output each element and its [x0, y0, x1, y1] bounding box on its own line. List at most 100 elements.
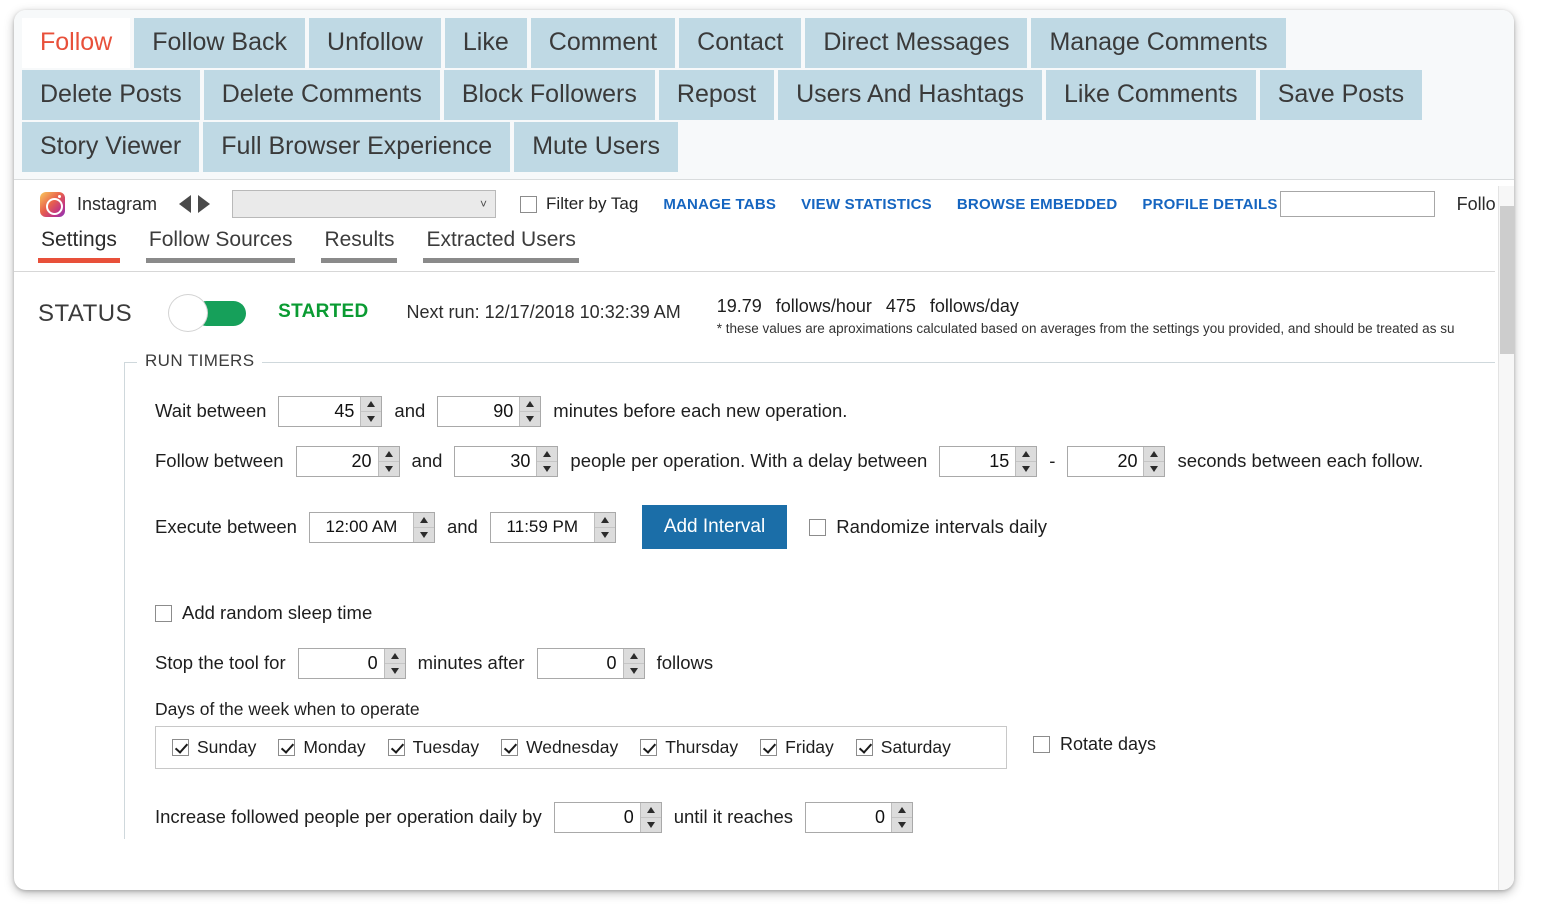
- spinner-up-icon[interactable]: [378, 446, 399, 462]
- spinner-down-icon[interactable]: [384, 663, 405, 678]
- subtab-settings[interactable]: Settings: [38, 224, 120, 263]
- filter-by-tag-checkbox[interactable]: [520, 195, 538, 213]
- tab-save-posts[interactable]: Save Posts: [1259, 70, 1423, 120]
- spinner-down-icon[interactable]: [892, 817, 912, 832]
- day-monday[interactable]: Monday: [278, 737, 366, 758]
- wait-max-spinner[interactable]: 90: [437, 395, 542, 427]
- delay-min-spinner[interactable]: 15: [939, 445, 1038, 477]
- profile-details-input[interactable]: [1279, 191, 1435, 217]
- tab-delete-comments[interactable]: Delete Comments: [203, 70, 440, 120]
- spinner-up-icon[interactable]: [361, 396, 382, 412]
- wait-min-spinner[interactable]: 45: [278, 395, 383, 427]
- execute-start-spinner[interactable]: 12:00 AM: [308, 511, 435, 543]
- follow-min-spinner[interactable]: 20: [295, 445, 400, 477]
- spinner-up-icon[interactable]: [413, 512, 434, 528]
- browse-embedded-link[interactable]: BROWSE EMBEDDED: [957, 196, 1118, 213]
- spinner-down-icon[interactable]: [594, 527, 615, 542]
- tab-delete-posts[interactable]: Delete Posts: [22, 70, 200, 120]
- spinner-down-icon[interactable]: [361, 411, 382, 426]
- tab-like-comments[interactable]: Like Comments: [1046, 70, 1256, 120]
- spinner-down-icon[interactable]: [1144, 461, 1165, 476]
- tab-like[interactable]: Like: [444, 18, 527, 68]
- day-tuesday[interactable]: Tuesday: [387, 737, 479, 758]
- add-interval-button[interactable]: Add Interval: [641, 505, 788, 549]
- day-wednesday[interactable]: Wednesday: [501, 737, 618, 758]
- subtab-follow-sources[interactable]: Follow Sources: [145, 224, 296, 263]
- day-saturday[interactable]: Saturday: [855, 737, 951, 758]
- rate-day-unit: follows/day: [929, 296, 1019, 316]
- follow-max-spinner[interactable]: 30: [454, 445, 559, 477]
- tab-full-browser-experience[interactable]: Full Browser Experience: [203, 122, 511, 172]
- tab-mute-users[interactable]: Mute Users: [514, 122, 679, 172]
- spinner-up-icon[interactable]: [537, 446, 558, 462]
- tab-follow[interactable]: Follow: [22, 18, 131, 68]
- delay-max-spinner[interactable]: 20: [1067, 445, 1166, 477]
- day-monday-checkbox[interactable]: [278, 739, 296, 756]
- spinner-buttons: [360, 396, 382, 426]
- tab-repost[interactable]: Repost: [658, 70, 775, 120]
- run-timers-group: RUN TIMERS Wait between 45 and 90 minute…: [124, 351, 1514, 839]
- follow-max-value: 30: [510, 450, 531, 471]
- spinner-down-icon[interactable]: [413, 527, 434, 542]
- spinner-down-icon[interactable]: [537, 461, 558, 476]
- manage-tabs-link[interactable]: MANAGE TABS: [663, 196, 776, 213]
- day-thursday[interactable]: Thursday: [640, 737, 738, 758]
- tab-follow-back[interactable]: Follow Back: [134, 18, 306, 68]
- spinner-up-icon[interactable]: [640, 802, 661, 818]
- random-sleep-checkbox[interactable]: [155, 604, 172, 622]
- randomize-intervals-checkbox[interactable]: [809, 518, 827, 536]
- rotate-days-checkbox[interactable]: [1033, 736, 1050, 753]
- increase-mid-label: until it reaches: [673, 806, 793, 827]
- profile-details-link[interactable]: PROFILE DETAILS: [1142, 196, 1277, 213]
- day-tuesday-checkbox[interactable]: [387, 739, 405, 756]
- increase-amount-spinner[interactable]: 0: [553, 801, 662, 833]
- tab-contact[interactable]: Contact: [679, 18, 802, 68]
- day-friday[interactable]: Friday: [760, 737, 834, 758]
- spinner-up-icon[interactable]: [623, 648, 644, 664]
- tab-row-3: Story Viewer Full Browser Experience Mut…: [14, 120, 1514, 172]
- view-statistics-link[interactable]: VIEW STATISTICS: [801, 196, 932, 213]
- spinner-up-icon[interactable]: [384, 648, 405, 664]
- spinner-up-icon[interactable]: [892, 802, 912, 818]
- day-wednesday-checkbox[interactable]: [501, 739, 519, 756]
- tab-label: Manage Comments: [1049, 28, 1268, 56]
- spinner-buttons: [1143, 446, 1165, 476]
- triangle-left-icon[interactable]: [179, 195, 192, 213]
- subtab-extracted-users[interactable]: Extracted Users: [423, 224, 579, 263]
- tab-comment[interactable]: Comment: [530, 18, 676, 68]
- execute-between-row: Execute between 12:00 AM and 11:59 PM Ad…: [125, 505, 1514, 549]
- spinner-down-icon[interactable]: [640, 817, 661, 832]
- status-toggle[interactable]: [168, 294, 247, 332]
- triangle-right-icon[interactable]: [198, 195, 211, 213]
- account-select[interactable]: ˅: [232, 190, 497, 218]
- tab-unfollow[interactable]: Unfollow: [309, 18, 441, 68]
- spinner-buttons: [622, 648, 644, 678]
- execute-end-spinner[interactable]: 11:59 PM: [489, 511, 616, 543]
- day-label: Saturday: [880, 737, 951, 757]
- vertical-scrollbar[interactable]: [1498, 186, 1514, 890]
- day-thursday-checkbox[interactable]: [640, 739, 658, 756]
- spinner-up-icon[interactable]: [594, 512, 615, 528]
- spinner-up-icon[interactable]: [520, 396, 541, 412]
- vertical-scrollbar-thumb[interactable]: [1500, 206, 1514, 354]
- stop-minutes-spinner[interactable]: 0: [297, 647, 406, 679]
- spinner-up-icon[interactable]: [1144, 446, 1165, 462]
- run-timers-legend: RUN TIMERS: [137, 351, 263, 371]
- day-sunday[interactable]: Sunday: [172, 737, 256, 758]
- spinner-down-icon[interactable]: [623, 663, 644, 678]
- stop-follows-spinner[interactable]: 0: [536, 647, 645, 679]
- tab-manage-comments[interactable]: Manage Comments: [1031, 18, 1286, 68]
- spinner-down-icon[interactable]: [520, 411, 541, 426]
- spinner-down-icon[interactable]: [1016, 461, 1037, 476]
- tab-block-followers[interactable]: Block Followers: [443, 70, 655, 120]
- increase-limit-spinner[interactable]: 0: [805, 801, 913, 833]
- spinner-up-icon[interactable]: [1016, 446, 1037, 462]
- subtab-results[interactable]: Results: [321, 224, 398, 263]
- day-friday-checkbox[interactable]: [760, 739, 778, 756]
- tab-users-and-hashtags[interactable]: Users And Hashtags: [778, 70, 1043, 120]
- day-saturday-checkbox[interactable]: [855, 739, 873, 756]
- spinner-down-icon[interactable]: [378, 461, 399, 476]
- day-sunday-checkbox[interactable]: [172, 739, 189, 756]
- tab-direct-messages[interactable]: Direct Messages: [805, 18, 1028, 68]
- tab-story-viewer[interactable]: Story Viewer: [22, 122, 200, 172]
